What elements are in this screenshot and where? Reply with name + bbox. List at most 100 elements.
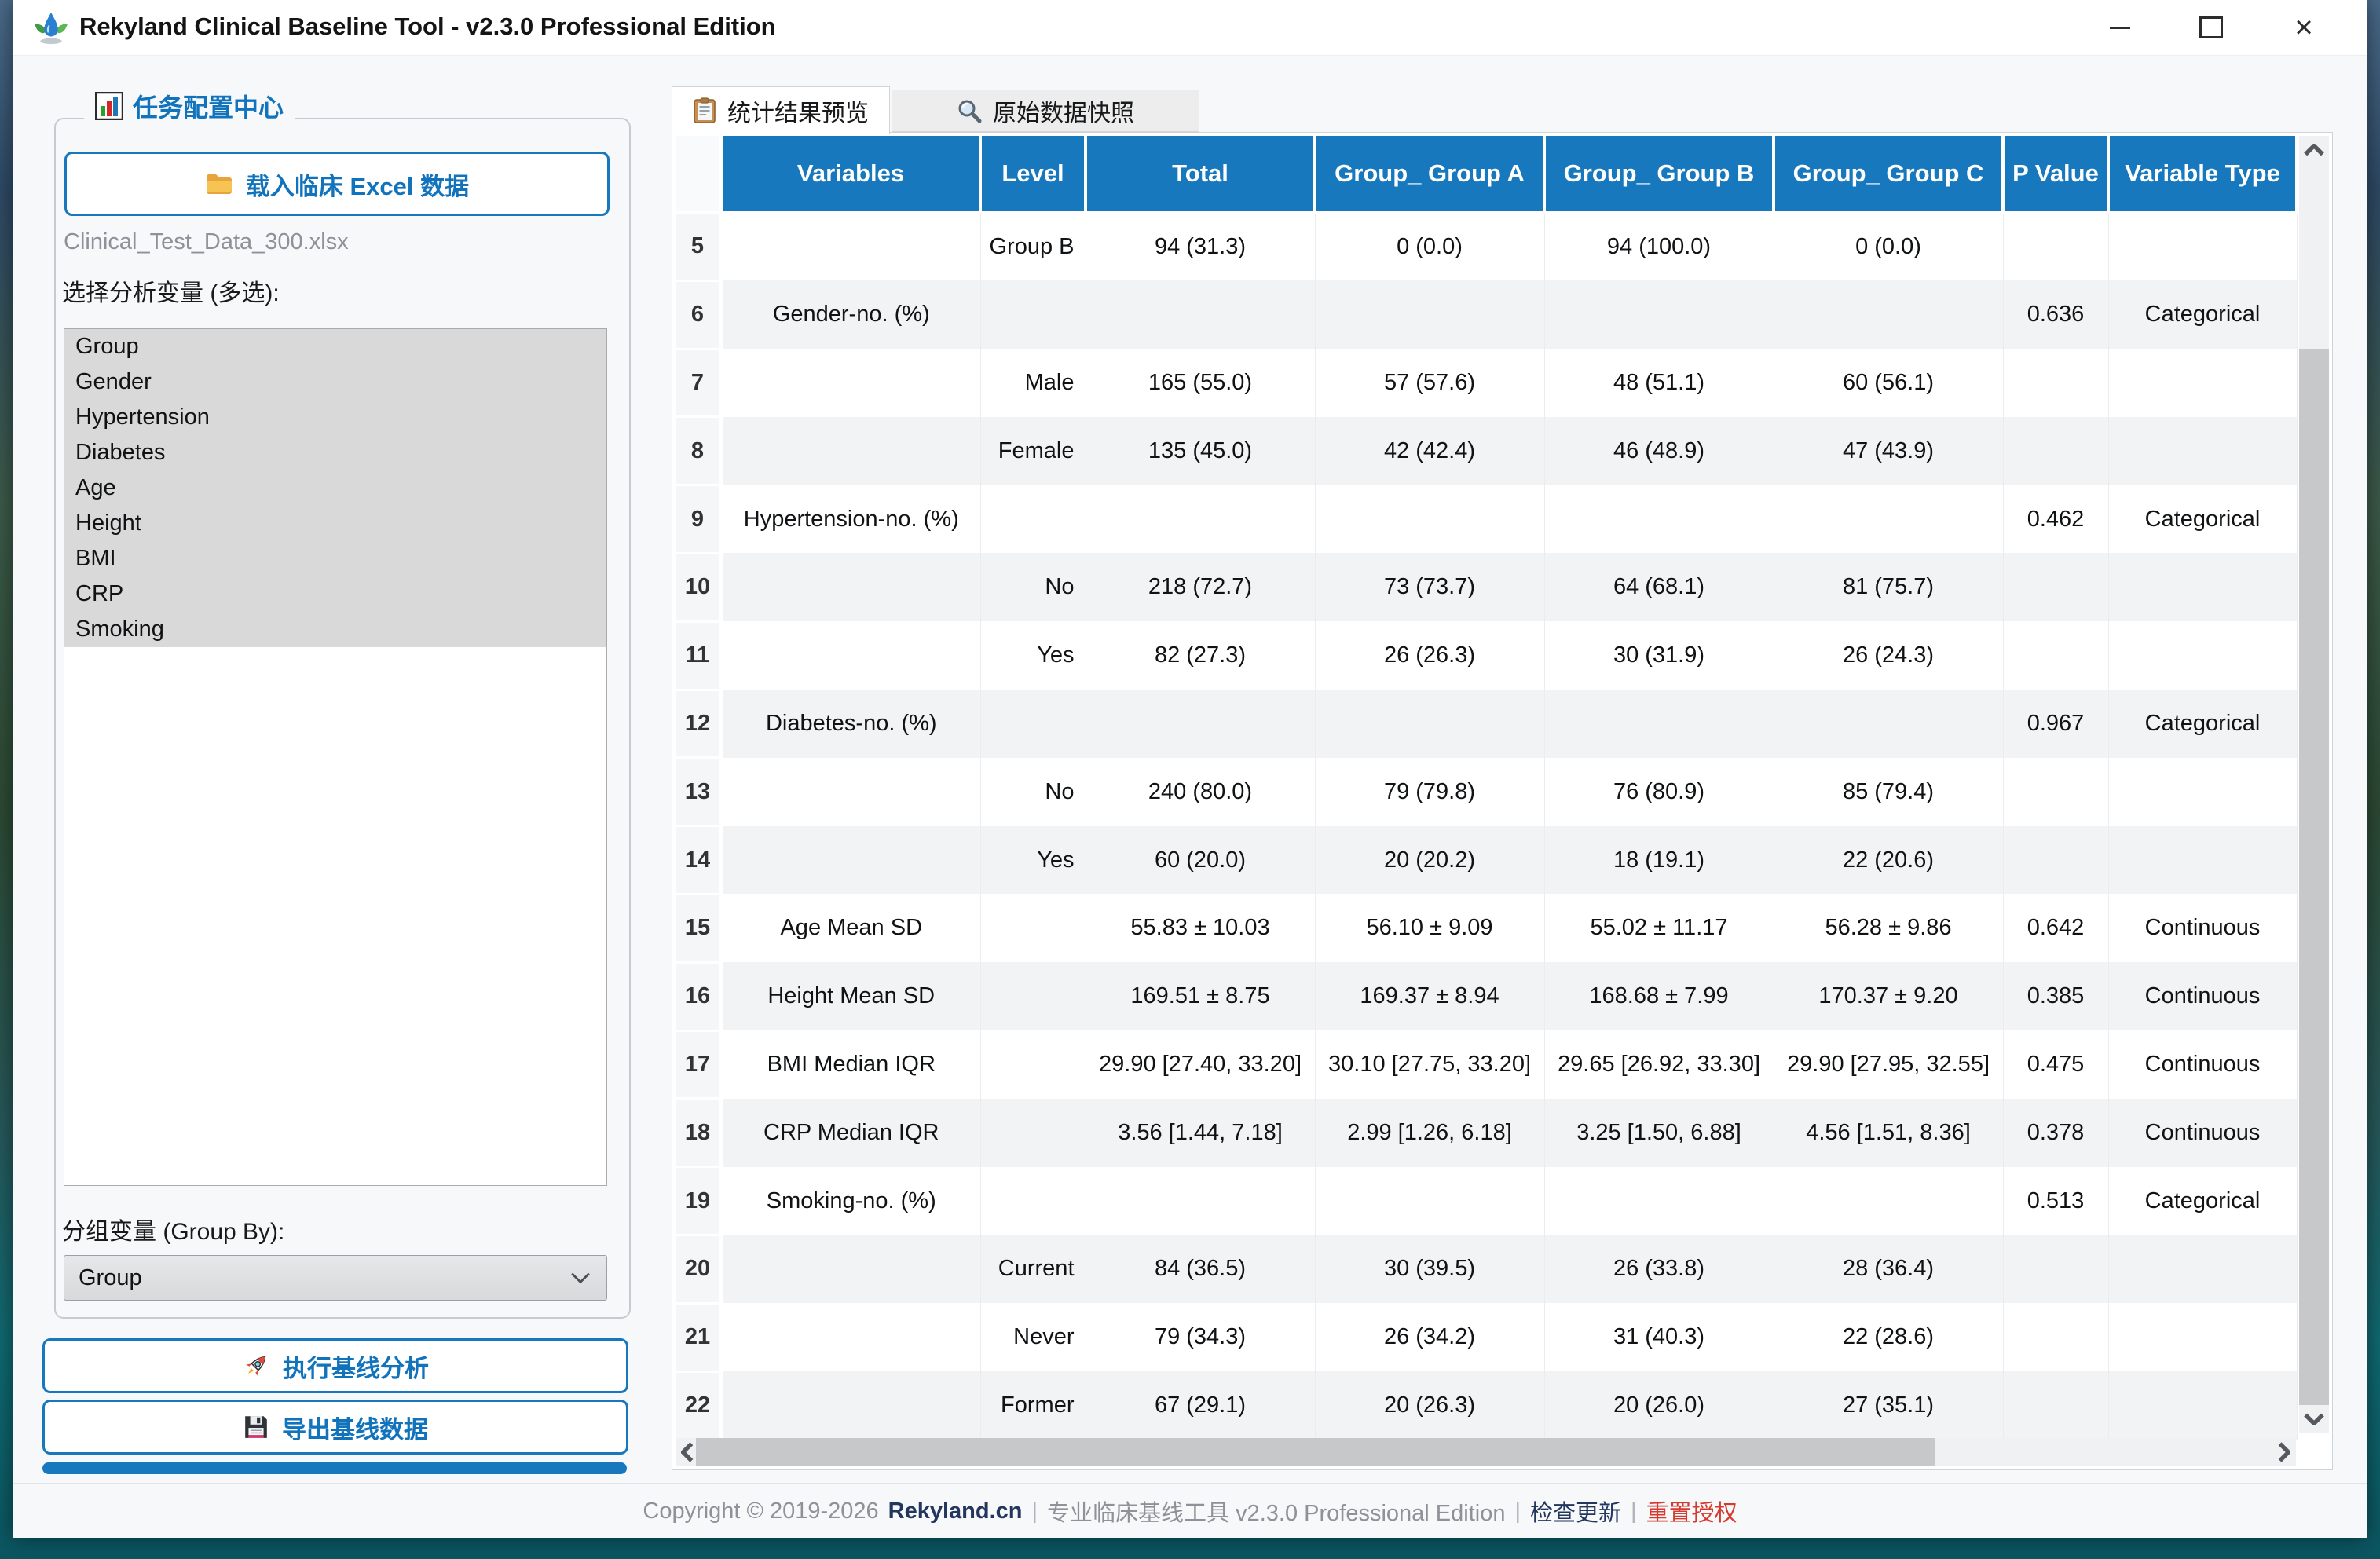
- variable-option[interactable]: Height: [64, 506, 606, 541]
- column-header[interactable]: P Value: [2003, 136, 2108, 213]
- group-by-select[interactable]: Group: [64, 1255, 607, 1301]
- load-excel-button[interactable]: 载入临床 Excel 数据: [64, 152, 610, 216]
- baseline-table: VariablesLevelTotalGroup_ Group AGroup_ …: [676, 136, 2298, 1440]
- cell-total: [1086, 485, 1315, 554]
- column-header[interactable]: Group_ Group A: [1315, 136, 1544, 213]
- cell-group_a: 30.10 [27.75, 33.20]: [1315, 1030, 1544, 1099]
- variable-option[interactable]: Group: [64, 329, 606, 364]
- cell-group_b: [1544, 280, 1774, 349]
- close-button[interactable]: ×: [2280, 0, 2327, 55]
- cell-variable: [721, 349, 980, 417]
- cell-group_b: [1544, 690, 1774, 758]
- maximize-icon: [2199, 16, 2223, 38]
- cell-p_value: 0.475: [2003, 1030, 2108, 1099]
- horizontal-scroll-thumb[interactable]: [696, 1438, 1935, 1466]
- scrollbar-corner: [2299, 1438, 2329, 1466]
- table-row[interactable]: 13No240 (80.0)79 (79.8)76 (80.9)85 (79.4…: [676, 758, 2297, 826]
- table-row[interactable]: 19Smoking-no. (%)0.513Categorical: [676, 1167, 2297, 1235]
- table-row[interactable]: 6Gender-no. (%)0.636Categorical: [676, 280, 2297, 349]
- cell-group_a: [1315, 1167, 1544, 1235]
- cell-variable: [721, 621, 980, 690]
- column-header[interactable]: Group_ Group B: [1544, 136, 1774, 213]
- maximize-button[interactable]: [2188, 0, 2235, 55]
- cell-group_c: [1774, 485, 2003, 554]
- table-row[interactable]: 12Diabetes-no. (%)0.967Categorical: [676, 690, 2297, 758]
- export-data-button[interactable]: 导出基线数据: [42, 1400, 628, 1455]
- cell-group_b: 55.02 ± 11.17: [1544, 894, 1774, 962]
- table-row[interactable]: 7Male165 (55.0)57 (57.6)48 (51.1)60 (56.…: [676, 349, 2297, 417]
- table-row[interactable]: 10No218 (72.7)73 (73.7)64 (68.1)81 (75.7…: [676, 553, 2297, 621]
- cell-group_c: [1774, 1167, 2003, 1235]
- tab-results-preview[interactable]: 统计结果预览: [672, 86, 890, 134]
- run-analysis-button[interactable]: 执行基线分析: [42, 1338, 628, 1393]
- magnifier-icon: [957, 98, 982, 123]
- cell-total: 3.56 [1.44, 7.18]: [1086, 1099, 1315, 1167]
- loaded-file-name: Clinical_Test_Data_300.xlsx: [64, 229, 349, 255]
- row-number: 12: [676, 690, 721, 758]
- table-row[interactable]: 5Group B94 (31.3)0 (0.0)94 (100.0)0 (0.0…: [676, 213, 2297, 281]
- minimize-button[interactable]: [2096, 0, 2144, 55]
- cell-variable: CRP Median IQR: [721, 1099, 980, 1167]
- cell-variable: [721, 417, 980, 485]
- cell-var_type: Continuous: [2108, 1099, 2297, 1167]
- vertical-scrollbar[interactable]: [2299, 136, 2329, 1433]
- variable-option[interactable]: CRP: [64, 576, 606, 612]
- cell-total: 135 (45.0): [1086, 417, 1315, 485]
- tab-results-label: 统计结果预览: [727, 93, 869, 128]
- row-number: 8: [676, 417, 721, 485]
- table-row[interactable]: 20Current84 (36.5)30 (39.5)26 (33.8)28 (…: [676, 1235, 2297, 1303]
- scroll-up-arrow[interactable]: [2299, 136, 2329, 164]
- cell-var_type: Continuous: [2108, 962, 2297, 1030]
- cell-p_value: [2003, 621, 2108, 690]
- cell-level: Yes: [980, 826, 1086, 895]
- scroll-down-arrow[interactable]: [2299, 1405, 2329, 1433]
- cell-total: [1086, 690, 1315, 758]
- cell-var_type: [2108, 758, 2297, 826]
- scroll-right-arrow[interactable]: [2272, 1438, 2296, 1466]
- table-row[interactable]: 8Female135 (45.0)42 (42.4)46 (48.9)47 (4…: [676, 417, 2297, 485]
- row-number: 18: [676, 1099, 721, 1167]
- variable-option[interactable]: BMI: [64, 541, 606, 576]
- table-row[interactable]: 16Height Mean SD169.51 ± 8.75169.37 ± 8.…: [676, 962, 2297, 1030]
- cell-variable: Smoking-no. (%): [721, 1167, 980, 1235]
- variable-option[interactable]: Gender: [64, 364, 606, 400]
- column-header[interactable]: Variables: [721, 136, 980, 213]
- vertical-scroll-thumb[interactable]: [2299, 349, 2329, 1405]
- variable-option[interactable]: Age: [64, 470, 606, 506]
- column-header[interactable]: Total: [1086, 136, 1315, 213]
- cell-group_a: [1315, 485, 1544, 554]
- tab-raw-data-snapshot[interactable]: 原始数据快照: [892, 90, 1199, 132]
- column-header[interactable]: Level: [980, 136, 1086, 213]
- row-number: 16: [676, 962, 721, 1030]
- cell-total: 240 (80.0): [1086, 758, 1315, 826]
- cell-group_a: [1315, 280, 1544, 349]
- variable-option[interactable]: Diabetes: [64, 435, 606, 470]
- table-row[interactable]: 21Never79 (34.3)26 (34.2)31 (40.3)22 (28…: [676, 1303, 2297, 1371]
- table-row[interactable]: 18CRP Median IQR 3.56 [1.44, 7.18]2.99 [1…: [676, 1099, 2297, 1167]
- floppy-disk-icon: [243, 1414, 269, 1440]
- table-row[interactable]: 17BMI Median IQR29.90 [27.40, 33.20]30.1…: [676, 1030, 2297, 1099]
- cell-group_c: [1774, 280, 2003, 349]
- panel-title: 任务配置中心: [133, 88, 284, 124]
- table-row[interactable]: 22Former67 (29.1)20 (26.3)20 (26.0)27 (3…: [676, 1371, 2297, 1440]
- horizontal-scrollbar[interactable]: [676, 1438, 2296, 1466]
- table-row[interactable]: 15Age Mean SD55.83 ± 10.0356.10 ± 9.0955…: [676, 894, 2297, 962]
- variable-option[interactable]: Smoking: [64, 612, 606, 647]
- variables-listbox[interactable]: GroupGenderHypertensionDiabetesAgeHeight…: [64, 328, 607, 1186]
- cell-group_a: 2.99 [1.26, 6.18]: [1315, 1099, 1544, 1167]
- column-header[interactable]: Variable Type: [2108, 136, 2297, 213]
- cell-group_b: 30 (31.9): [1544, 621, 1774, 690]
- cell-var_type: [2108, 553, 2297, 621]
- row-number: 19: [676, 1167, 721, 1235]
- column-header[interactable]: Group_ Group C: [1774, 136, 2003, 213]
- reset-license-link[interactable]: 重置授权: [1646, 1495, 1737, 1528]
- cell-group_a: 26 (26.3): [1315, 621, 1544, 690]
- variable-option[interactable]: Hypertension: [64, 400, 606, 435]
- table-row[interactable]: 9Hypertension-no. (%)0.462Categorical: [676, 485, 2297, 554]
- cell-variable: [721, 826, 980, 895]
- cell-group_c: [1774, 690, 2003, 758]
- cell-p_value: [2003, 1303, 2108, 1371]
- table-row[interactable]: 14Yes60 (20.0)20 (20.2)18 (19.1)22 (20.6…: [676, 826, 2297, 895]
- table-row[interactable]: 11Yes82 (27.3)26 (26.3)30 (31.9)26 (24.3…: [676, 621, 2297, 690]
- check-update-link[interactable]: 检查更新: [1530, 1495, 1621, 1528]
